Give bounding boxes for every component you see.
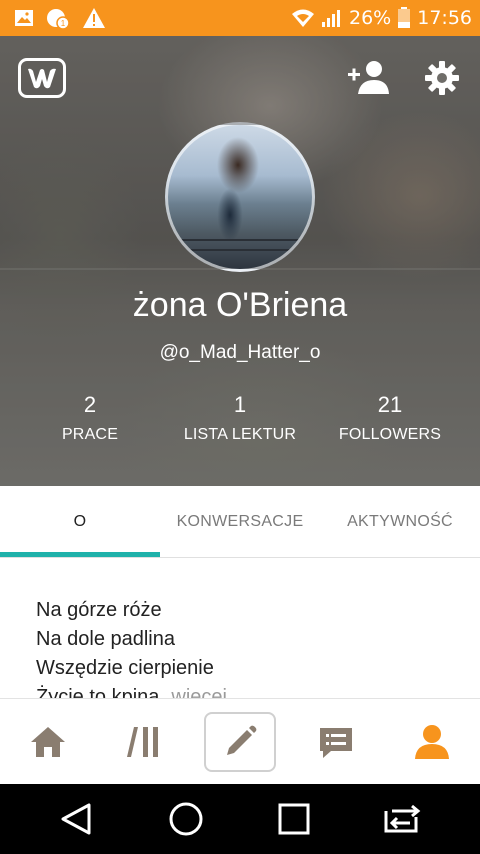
stat-label: LISTA LEKTUR (183, 426, 297, 443)
nav-messages[interactable] (296, 699, 376, 785)
settings-button[interactable] (424, 60, 464, 100)
bottom-nav (0, 698, 480, 784)
tab-activity[interactable]: AKTYWNOŚĆ (320, 486, 480, 558)
avatar[interactable] (165, 122, 315, 272)
profile-header: żona O'Briena @o_Mad_Hatter_o 2 PRACE 1 … (0, 36, 480, 486)
bio-line-last: Życie to kpina więcej (36, 683, 227, 698)
back-icon (61, 803, 91, 835)
wattpad-logo-icon[interactable] (18, 58, 66, 98)
write-button[interactable] (204, 712, 276, 772)
system-back-button[interactable] (54, 799, 98, 839)
svg-text:1: 1 (61, 19, 66, 28)
stat-value: 21 (377, 392, 403, 417)
nav-library[interactable] (104, 699, 184, 785)
battery-icon (398, 7, 411, 28)
system-recents-button[interactable] (272, 799, 316, 839)
gear-icon (425, 61, 459, 95)
profile-handle: @o_Mad_Hatter_o (159, 342, 321, 363)
home-icon (31, 727, 65, 757)
switch-app-icon (384, 804, 421, 833)
messages-icon (320, 728, 352, 758)
nav-profile[interactable] (392, 699, 472, 785)
write-icon (227, 725, 257, 755)
stat-value: 1 (233, 392, 247, 417)
profile-name: żona O'Briena (132, 286, 348, 324)
recents-icon (278, 803, 310, 835)
nav-home[interactable] (8, 699, 88, 785)
library-icon (127, 727, 158, 757)
bio-line: Wszędzie cierpienie (36, 657, 214, 679)
more-link[interactable]: więcej (171, 686, 227, 698)
system-nav (0, 784, 480, 854)
stat-label: FOLLOWERS (338, 426, 442, 443)
profile-stats: 2 PRACE 1 LISTA LEKTUR 21 FOLLOWERS (0, 392, 480, 452)
stat-label: PRACE (61, 426, 119, 443)
bio-line: Życie to kpina (36, 686, 160, 698)
clock: 17:56 (417, 7, 472, 29)
wifi-icon (292, 9, 314, 27)
warning-icon (83, 8, 105, 28)
tab-indicator (0, 552, 160, 557)
tab-about[interactable]: O (0, 486, 160, 558)
battery-percent: 26% (349, 7, 392, 29)
stat-followers[interactable]: 21 FOLLOWERS (310, 392, 470, 444)
stat-reading-lists[interactable]: 1 LISTA LEKTUR (160, 392, 320, 444)
signal-icon (322, 10, 340, 27)
about-content: Na górze róże Na dole padlina Wszędzie c… (0, 558, 480, 698)
status-bar: 1 26% 17:56 (0, 0, 480, 36)
stat-works[interactable]: 2 PRACE (10, 392, 170, 444)
system-home-button[interactable] (164, 799, 208, 839)
profile-tabs: O KONWERSACJE AKTYWNOŚĆ (0, 486, 480, 558)
bio-line: Na dole padlina (36, 628, 175, 650)
nav-write[interactable] (200, 699, 280, 785)
image-icon (15, 10, 33, 26)
stat-value: 2 (83, 392, 97, 417)
bio-text: Na górze róże Na dole padlina Wszędzie c… (36, 596, 227, 698)
notification-badge-icon: 1 (47, 9, 70, 30)
add-person-icon (348, 61, 389, 94)
home-circle-icon (169, 802, 203, 836)
profile-icon (415, 725, 449, 759)
system-switch-app-button[interactable] (380, 799, 424, 839)
bio-line: Na górze róże (36, 599, 162, 621)
tab-conversations[interactable]: KONWERSACJE (160, 486, 320, 558)
add-friend-button[interactable] (346, 58, 390, 98)
